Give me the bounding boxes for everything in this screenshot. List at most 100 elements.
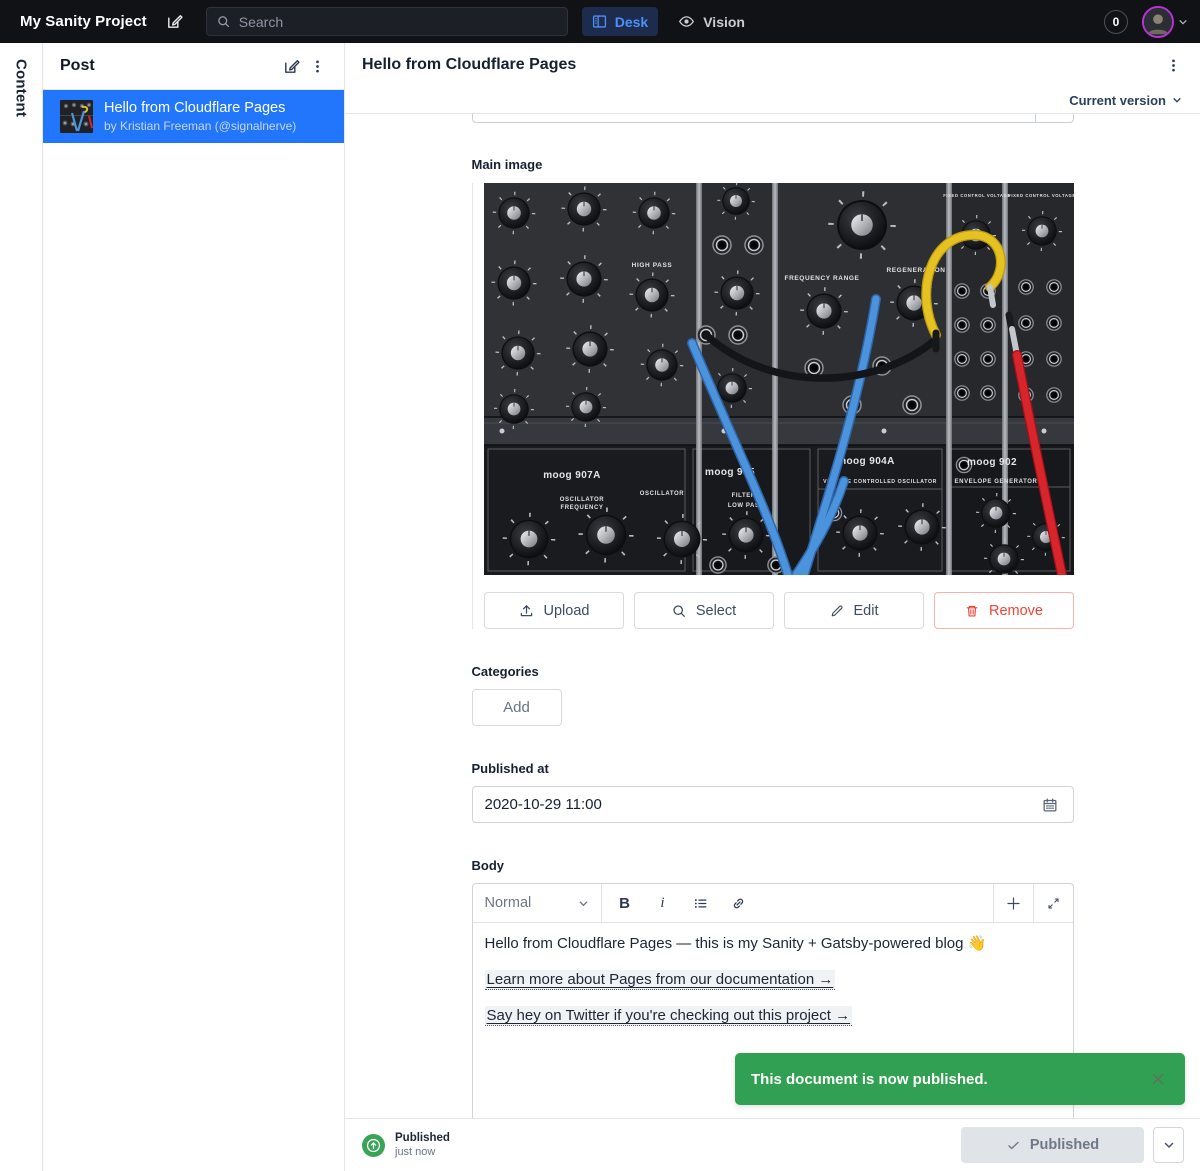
search-icon — [216, 14, 231, 29]
photo-label-frequency-range: FREQUENCY RANGE — [784, 275, 859, 282]
new-document-button[interactable] — [161, 8, 188, 35]
publish-button[interactable]: Published — [961, 1127, 1144, 1163]
slug-field-cutoff — [471, 114, 1074, 123]
image-actions: Upload Select Edit Remove — [483, 592, 1074, 629]
check-icon — [1006, 1138, 1021, 1153]
toast-close-button[interactable] — [1145, 1066, 1171, 1092]
categories-field: Categories Add — [471, 664, 1074, 726]
calendar-icon — [1041, 796, 1059, 814]
editor-toolbar: Normal B i — [472, 884, 1073, 923]
avatar — [1142, 5, 1174, 38]
bullet-list-icon — [692, 895, 709, 912]
workspace: Content Post Hello from Cloudflare Pages… — [0, 43, 1200, 1171]
user-menu[interactable] — [1142, 5, 1188, 38]
global-search[interactable] — [205, 7, 568, 36]
slug-input[interactable] — [472, 114, 1035, 122]
add-category-button[interactable]: Add — [471, 689, 562, 726]
photo-label-fixed-cv: FIXED CONTROL VOLTAGE — [1008, 193, 1074, 198]
photo-label-moog-904a: moog 904A — [837, 456, 895, 467]
status-title: Published — [395, 1132, 450, 1144]
expand-editor-button[interactable] — [1032, 884, 1073, 922]
dots-vertical-icon — [309, 58, 326, 75]
photo-label-frequency: FREQUENCY — [560, 505, 603, 511]
slug-generate-button[interactable] — [1034, 114, 1073, 122]
paragraph-style-select[interactable]: Normal — [473, 884, 602, 922]
list-menu-button[interactable] — [305, 54, 330, 79]
project-title: My Sanity Project — [20, 13, 147, 30]
published-at-field: Published at — [471, 761, 1074, 823]
body-label: Body — [471, 858, 505, 873]
list-item-subtitle: by Kristian Freeman (@signalnerve) — [104, 119, 297, 133]
categories-label: Categories — [471, 664, 539, 679]
tab-vision[interactable]: Vision — [668, 7, 755, 36]
expand-icon — [1046, 896, 1061, 911]
chevron-down-icon — [1163, 1139, 1175, 1151]
bold-button[interactable]: B — [610, 888, 640, 918]
status-count-badge[interactable]: 0 — [1104, 9, 1128, 34]
status-time: just now — [395, 1146, 436, 1158]
plus-icon — [1005, 895, 1022, 912]
edit-button[interactable]: Edit — [783, 592, 924, 629]
photo-label-regeneration: REGENERATION — [886, 267, 945, 274]
toast-message: This document is now published. — [751, 1070, 988, 1088]
photo-label-fixed-cv: FIXED CONTROL VOLTAGE — [943, 193, 1011, 198]
published-at-input[interactable] — [484, 796, 1037, 813]
link-icon — [730, 895, 747, 912]
top-navbar: My Sanity Project Desk Vision 0 — [0, 0, 1200, 43]
upload-icon — [518, 602, 535, 619]
photo-label-moog-907a: moog 907A — [543, 470, 601, 481]
photo-label-high-pass: HIGH PASS — [631, 262, 672, 269]
publish-toast: This document is now published. — [735, 1053, 1185, 1105]
list-pane-title: Post — [60, 57, 95, 74]
link-button[interactable] — [724, 888, 754, 918]
body-paragraph: Hello from Cloudflare Pages — this is my… — [484, 935, 987, 952]
chevron-down-icon — [578, 898, 589, 909]
form-scroll-area[interactable]: Main image HIGH PASS FREQUENCY RANGE REG… — [345, 114, 1200, 1118]
tab-desk[interactable]: Desk — [581, 7, 659, 36]
tab-desk-label: Desk — [614, 13, 649, 30]
photo-label-oscillator: OSCILLATOR — [559, 497, 604, 503]
main-image-preview[interactable]: HIGH PASS FREQUENCY RANGE REGENERATION F… — [483, 183, 1074, 575]
sanity-studio: My Sanity Project Desk Vision 0 — [0, 0, 1200, 1171]
document-header: Hello from Cloudflare Pages Current vers… — [345, 43, 1200, 114]
search-input[interactable] — [238, 13, 558, 30]
post-thumbnail — [60, 100, 93, 133]
content-rail: Content — [0, 43, 43, 1171]
italic-button[interactable]: i — [648, 888, 678, 918]
tab-vision-label: Vision — [703, 13, 745, 30]
photo-label-oscillator: OSCILLATOR — [639, 491, 684, 497]
publish-menu-button[interactable] — [1153, 1127, 1184, 1163]
select-button[interactable]: Select — [633, 592, 774, 629]
body-link: Learn more about Pages from our document… — [484, 970, 836, 990]
bullet-list-button[interactable] — [686, 888, 716, 918]
list-pane-header: Post — [43, 43, 344, 90]
chevron-down-icon — [1172, 95, 1182, 105]
document-list-pane: Post Hello from Cloudflare Pages by Kris… — [43, 43, 345, 1171]
search-icon — [671, 603, 687, 619]
list-item-title: Hello from Cloudflare Pages — [104, 100, 286, 116]
main-image-label: Main image — [471, 157, 543, 172]
create-new-post-button[interactable] — [278, 53, 305, 80]
pencil-icon — [829, 603, 845, 619]
photo-label-moog-902: moog 902 — [967, 457, 1017, 468]
close-icon — [1149, 1070, 1167, 1088]
published-at-label: Published at — [471, 761, 549, 776]
remove-button[interactable]: Remove — [933, 592, 1074, 629]
compose-icon — [165, 12, 184, 31]
chevron-down-icon — [1178, 17, 1188, 27]
upload-button[interactable]: Upload — [483, 592, 624, 629]
published-status-icon — [362, 1133, 385, 1157]
calendar-button[interactable] — [1037, 792, 1063, 818]
body-link: Say hey on Twitter if you're checking ou… — [484, 1006, 853, 1026]
insert-block-button[interactable] — [992, 884, 1033, 922]
sidebar-item-content[interactable]: Content — [13, 59, 30, 1171]
photo-label-envelope-generator: ENVELOPE GENERATOR — [954, 479, 1037, 485]
document-footer: Published just now Published — [345, 1118, 1200, 1171]
compose-icon — [282, 57, 301, 76]
version-selector[interactable]: Current version — [1069, 93, 1182, 108]
document-title: Hello from Cloudflare Pages — [362, 56, 577, 73]
list-item[interactable]: Hello from Cloudflare Pages by Kristian … — [43, 90, 344, 143]
version-label: Current version — [1069, 92, 1166, 108]
document-menu-button[interactable] — [1161, 53, 1186, 78]
desk-icon — [592, 14, 607, 29]
